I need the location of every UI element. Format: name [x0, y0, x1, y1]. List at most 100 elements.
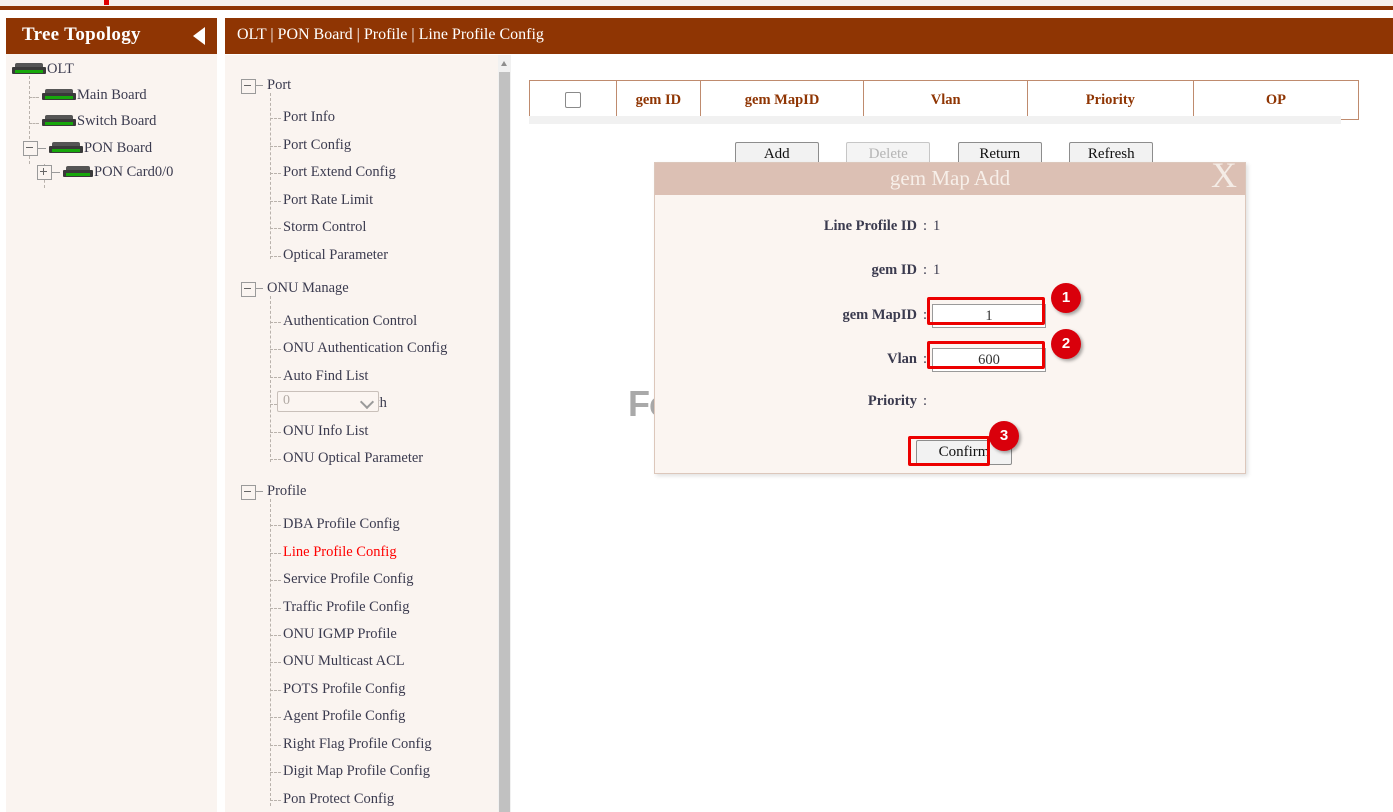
menu-item-onu-igmp-profile[interactable]: ONU IGMP Profile — [283, 626, 397, 643]
select-all-checkbox[interactable] — [565, 92, 581, 108]
table-header-op: OP — [1193, 81, 1358, 120]
table-header-gem-mapid: gem MapID — [700, 81, 864, 120]
tree-connector — [29, 123, 39, 124]
highlight-confirm — [908, 436, 990, 466]
menu-item-optical-parameter[interactable]: Optical Parameter — [283, 247, 388, 264]
tree-node-label: Switch Board — [77, 113, 156, 129]
tree-connector — [270, 201, 281, 202]
tree-connector — [270, 349, 281, 350]
table-header-vlan: Vlan — [864, 81, 1027, 120]
field-label-gem-mapid: gem MapID — [842, 307, 917, 324]
tree-connector — [270, 432, 281, 433]
tree-connector — [270, 717, 281, 718]
tree-connector — [270, 745, 281, 746]
device-icon — [42, 115, 76, 126]
menu-scrollbar[interactable] — [498, 55, 511, 812]
table-header-priority: Priority — [1027, 81, 1193, 120]
table-empty-body — [529, 116, 1341, 124]
menu-group-profile[interactable]: Profile — [267, 483, 306, 500]
tree-connector — [256, 491, 263, 492]
tree-topology-body: OLT Main Board Switch Board PON Board PO… — [6, 54, 217, 812]
top-red-marker — [104, 0, 109, 5]
step-badge-1: 1 — [1051, 283, 1081, 313]
menu-item-pots-profile-config[interactable]: POTS Profile Config — [283, 681, 405, 698]
field-label-priority: Priority — [868, 393, 917, 410]
field-value-line-profile-id: 1 — [933, 218, 940, 235]
tree-node-pon-board[interactable]: PON Board — [23, 140, 152, 157]
tree-connector — [270, 608, 281, 609]
close-icon[interactable]: X — [1211, 157, 1237, 193]
chevron-down-icon — [360, 395, 374, 409]
menu-item-line-profile-config[interactable]: Line Profile Config — [283, 544, 397, 561]
priority-selected-value: 0 — [283, 393, 290, 409]
menu-item-pon-protect-config[interactable]: Pon Protect Config — [283, 791, 394, 808]
tree-connector — [270, 580, 281, 581]
menu-item-dba-profile-config[interactable]: DBA Profile Config — [283, 516, 400, 533]
tree-connector — [270, 322, 281, 323]
collapse-minus-icon[interactable] — [241, 79, 256, 94]
menu-item-onu-multicast-acl[interactable]: ONU Multicast ACL — [283, 653, 405, 670]
tree-connector — [29, 97, 39, 98]
expand-plus-icon[interactable] — [37, 165, 52, 180]
menu-item-port-rate-limit[interactable]: Port Rate Limit — [283, 192, 373, 209]
tree-node-main-board[interactable]: Main Board — [42, 87, 147, 104]
tree-connector — [270, 525, 281, 526]
menu-item-traffic-profile-config[interactable]: Traffic Profile Config — [283, 599, 409, 616]
menu-item-port-extend-config[interactable]: Port Extend Config — [283, 164, 396, 181]
gem-map-table: gem ID gem MapID Vlan Priority OP — [529, 80, 1359, 120]
menu-item-onu-info-list[interactable]: ONU Info List — [283, 423, 368, 440]
collapse-minus-icon[interactable] — [23, 141, 38, 156]
triangle-left-icon[interactable] — [193, 27, 205, 45]
tree-connector — [270, 800, 281, 801]
priority-select: 0 — [277, 391, 379, 412]
menu-item-authentication-control[interactable]: Authentication Control — [283, 313, 417, 330]
breadcrumb: OLT | PON Board | Profile | Line Profile… — [237, 26, 544, 44]
tree-connector — [270, 377, 281, 378]
menu-item-service-profile-config[interactable]: Service Profile Config — [283, 571, 413, 588]
tree-connector — [270, 296, 271, 462]
step-badge-3: 3 — [989, 421, 1019, 451]
collapse-minus-icon[interactable] — [241, 282, 256, 297]
tree-connector — [270, 662, 281, 663]
menu-item-auto-find-list[interactable]: Auto Find List — [283, 368, 368, 385]
tree-connector — [270, 228, 281, 229]
collapse-minus-icon[interactable] — [241, 485, 256, 500]
menu-item-onu-optical-parameter[interactable]: ONU Optical Parameter — [283, 450, 423, 467]
scroll-up-button[interactable] — [498, 56, 511, 70]
tree-connector — [270, 553, 281, 554]
menu-item-digit-map-profile-config[interactable]: Digit Map Profile Config — [283, 763, 430, 780]
tree-connector — [270, 173, 281, 174]
menu-group-port[interactable]: Port — [267, 77, 291, 94]
tree-topology-title: Tree Topology — [22, 24, 141, 46]
menu-item-port-config[interactable]: Port Config — [283, 137, 351, 154]
tree-node-switch-board[interactable]: Switch Board — [42, 113, 156, 130]
tree-connector — [270, 772, 281, 773]
tree-connector — [270, 499, 271, 806]
menu-group-onu-manage[interactable]: ONU Manage — [267, 280, 349, 297]
menu-item-onu-authentication-config[interactable]: ONU Authentication Config — [283, 340, 447, 357]
tree-node-olt[interactable]: OLT — [12, 61, 74, 78]
field-colon: : — [923, 218, 927, 235]
field-value-gem-id: 1 — [933, 262, 940, 279]
tree-node-label: Main Board — [77, 87, 147, 103]
breadcrumb-bar: OLT | PON Board | Profile | Line Profile… — [225, 18, 1393, 54]
step-badge-2: 2 — [1051, 329, 1081, 359]
field-label-line-profile-id: Line Profile ID — [824, 218, 917, 235]
menu-item-right-flag-profile-config[interactable]: Right Flag Profile Config — [283, 736, 432, 753]
device-icon — [12, 63, 46, 74]
navigation-menu: Port Port Info Port Config Port Extend C… — [225, 55, 511, 812]
tree-connector — [270, 256, 281, 257]
scrollbar-thumb[interactable] — [499, 72, 510, 812]
device-icon — [42, 89, 76, 100]
tree-connector — [270, 690, 281, 691]
menu-item-storm-control[interactable]: Storm Control — [283, 219, 366, 236]
dialog-title: gem Map Add — [655, 166, 1245, 191]
device-icon — [49, 142, 83, 153]
tree-node-label: OLT — [47, 61, 74, 77]
tree-node-label: PON Card0/0 — [94, 164, 173, 180]
menu-item-agent-profile-config[interactable]: Agent Profile Config — [283, 708, 405, 725]
dialog-title-bar: gem Map Add X — [655, 163, 1245, 195]
tree-node-pon-card[interactable]: PON Card0/0 — [37, 164, 173, 181]
menu-item-port-info[interactable]: Port Info — [283, 109, 335, 126]
table-header-row: gem ID gem MapID Vlan Priority OP — [530, 81, 1359, 120]
